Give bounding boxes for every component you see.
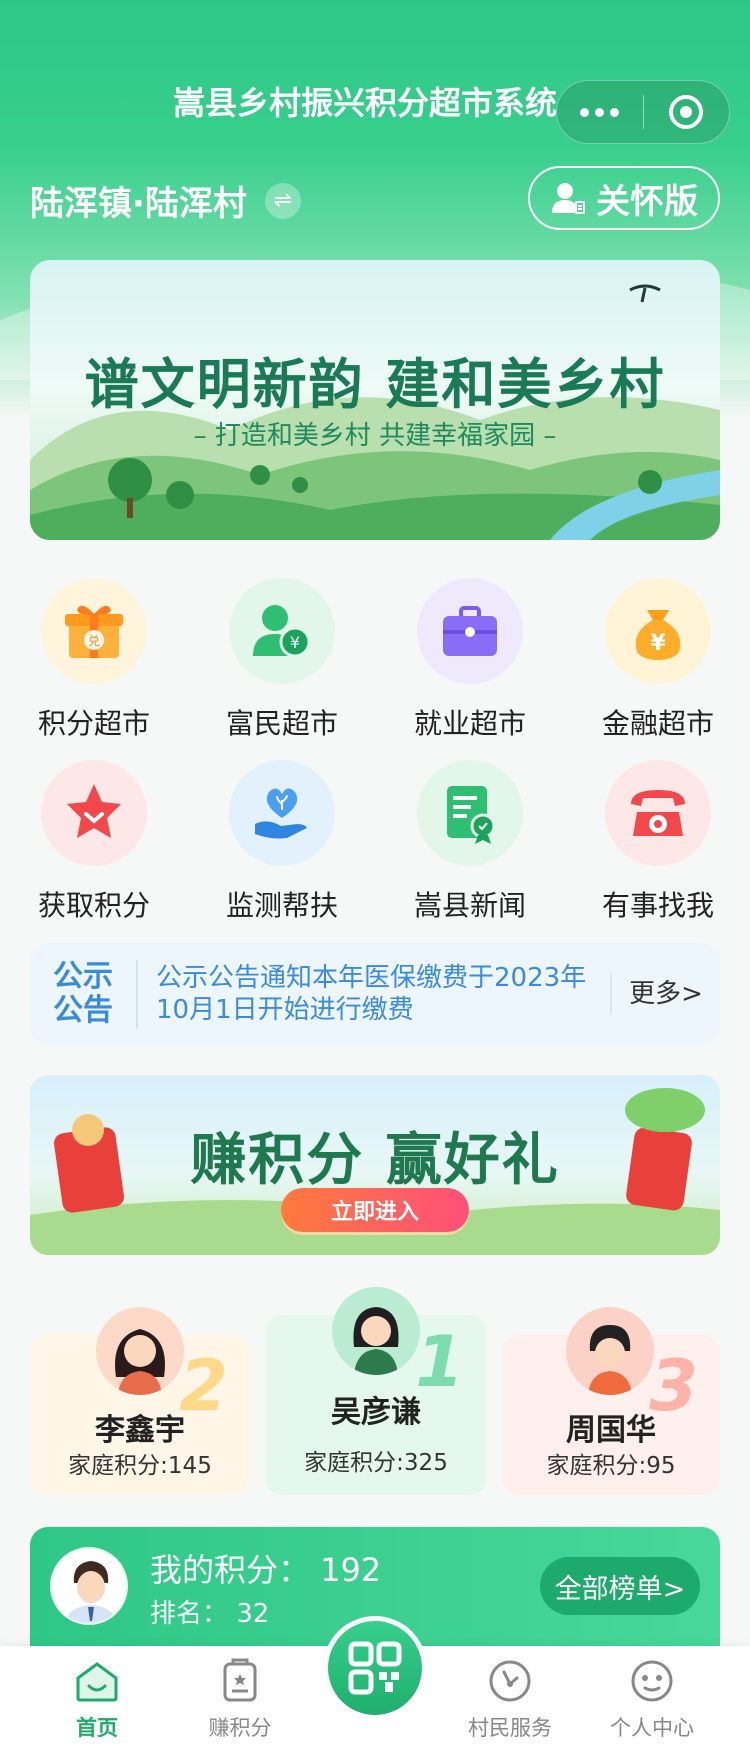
telephone-icon bbox=[605, 760, 711, 866]
dot-icon bbox=[595, 107, 605, 117]
main-banner[interactable]: 谱文明新韵 建和美乡村 – 打造和美乡村 共建幸福家园 – bbox=[30, 260, 720, 540]
grid-item-finance-market[interactable]: ¥ 金融超市 bbox=[564, 578, 750, 742]
rank-score: 家庭积分:325 bbox=[304, 1450, 448, 1476]
svg-text:兑: 兑 bbox=[88, 634, 100, 648]
tab-earn-points[interactable]: 赚积分 bbox=[170, 1646, 310, 1746]
avatar bbox=[96, 1307, 184, 1395]
grid-item-label: 监测帮扶 bbox=[225, 889, 338, 922]
service-icon bbox=[489, 1660, 531, 1702]
grid-item-monitor-aid[interactable]: 监测帮扶 bbox=[188, 760, 376, 924]
promo-banner[interactable]: 赚积分 赢好礼 立即进入 bbox=[30, 1075, 720, 1255]
grid-item-job-market[interactable]: 就业超市 bbox=[376, 578, 564, 742]
gift-icon: 兑 bbox=[41, 578, 147, 684]
swap-icon[interactable]: ⇌ bbox=[264, 182, 301, 219]
notice-bar[interactable]: 公示公告 公示公告通知本年医保缴费于2023年10月1日开始进行缴费 更多> bbox=[30, 943, 720, 1045]
grid-item-label: 嵩县新闻 bbox=[413, 889, 526, 922]
rank-card-first[interactable]: 1 吴彦谦 家庭积分:325 bbox=[266, 1287, 486, 1495]
banner-subtitle: – 打造和美乡村 共建幸福家园 – bbox=[193, 421, 557, 451]
task-icon bbox=[223, 1658, 257, 1702]
rank-card-third[interactable]: 3 周国华 家庭积分:95 bbox=[502, 1307, 720, 1495]
grid-item-county-news[interactable]: 嵩县新闻 bbox=[376, 760, 564, 924]
target-icon bbox=[669, 95, 704, 129]
rank-name: 周国华 bbox=[566, 1413, 656, 1448]
tab-label: 首页 bbox=[76, 1716, 118, 1740]
rank-card-second[interactable]: 2 李鑫宇 家庭积分:145 bbox=[30, 1307, 250, 1495]
more-menu-button[interactable] bbox=[557, 80, 643, 144]
avatar bbox=[332, 1287, 420, 1375]
care-mode-label: 关怀版 bbox=[596, 181, 698, 222]
avatar bbox=[566, 1307, 654, 1395]
user-icon bbox=[552, 183, 585, 214]
grid-item-contact-me[interactable]: 有事找我 bbox=[564, 760, 750, 924]
home-icon bbox=[76, 1662, 118, 1702]
rank-score: 家庭积分:145 bbox=[68, 1453, 212, 1479]
money-bag-icon: ¥ bbox=[605, 578, 711, 684]
grid-item-label: 富民超市 bbox=[225, 707, 338, 740]
svg-text:¥: ¥ bbox=[650, 631, 666, 656]
tab-label: 个人中心 bbox=[610, 1716, 694, 1740]
briefcase-icon bbox=[417, 578, 523, 684]
my-rank-value: 排名： 32 bbox=[150, 1599, 270, 1629]
location-label: 陆浑镇·陆浑村 bbox=[30, 184, 247, 224]
location-switcher[interactable]: 陆浑镇·陆浑村 ⇌ bbox=[30, 176, 301, 225]
care-mode-button[interactable]: 关怀版 bbox=[528, 166, 720, 230]
grid-item-label: 金融超市 bbox=[601, 707, 714, 740]
news-icon bbox=[417, 760, 523, 866]
dot-icon bbox=[580, 107, 590, 117]
rank-name: 吴彦谦 bbox=[331, 1395, 421, 1430]
grid-item-get-points[interactable]: 获取积分 bbox=[0, 760, 188, 924]
heart-hand-icon bbox=[229, 760, 335, 866]
notice-text[interactable]: 公示公告通知本年医保缴费于2023年10月1日开始进行缴费 bbox=[138, 962, 610, 1026]
tab-home[interactable]: 首页 bbox=[27, 1646, 167, 1746]
svg-text:¥: ¥ bbox=[290, 633, 300, 652]
tab-label: 村民服务 bbox=[468, 1716, 552, 1740]
tab-profile[interactable]: 个人中心 bbox=[582, 1646, 722, 1746]
tab-villager-service[interactable]: 村民服务 bbox=[440, 1646, 580, 1746]
banner-title: 谱文明新韵 建和美乡村 bbox=[84, 352, 666, 416]
tab-label: 赚积分 bbox=[208, 1716, 272, 1740]
grid-item-label: 积分超市 bbox=[37, 707, 150, 740]
mini-program-capsule bbox=[556, 80, 730, 144]
profile-icon bbox=[631, 1660, 673, 1702]
grid-item-rich-market[interactable]: ¥ 富民超市 bbox=[188, 578, 376, 742]
close-program-button[interactable] bbox=[644, 80, 730, 144]
scan-qr-button[interactable] bbox=[323, 1616, 427, 1720]
person-money-icon: ¥ bbox=[229, 578, 335, 684]
star-badge-icon bbox=[41, 760, 147, 866]
grid-item-points-market[interactable]: 兑 积分超市 bbox=[0, 578, 188, 742]
dot-icon bbox=[610, 107, 620, 117]
my-points-value: 我的积分： 192 bbox=[150, 1551, 382, 1589]
grid-item-label: 获取积分 bbox=[37, 889, 150, 922]
grid-item-label: 就业超市 bbox=[413, 707, 526, 740]
all-rankings-button[interactable]: 全部榜单> bbox=[540, 1557, 700, 1615]
notice-tag: 公示公告 bbox=[30, 960, 138, 1028]
promo-title: 赚积分 赢好礼 bbox=[190, 1128, 560, 1193]
avatar bbox=[50, 1547, 128, 1625]
rank-score: 家庭积分:95 bbox=[546, 1453, 676, 1479]
rank-name: 李鑫宇 bbox=[95, 1413, 185, 1448]
enter-now-button[interactable]: 立即进入 bbox=[281, 1188, 469, 1232]
notice-more-link[interactable]: 更多> bbox=[610, 974, 720, 1014]
grid-item-label: 有事找我 bbox=[601, 889, 714, 922]
qr-code-icon bbox=[328, 1621, 422, 1715]
